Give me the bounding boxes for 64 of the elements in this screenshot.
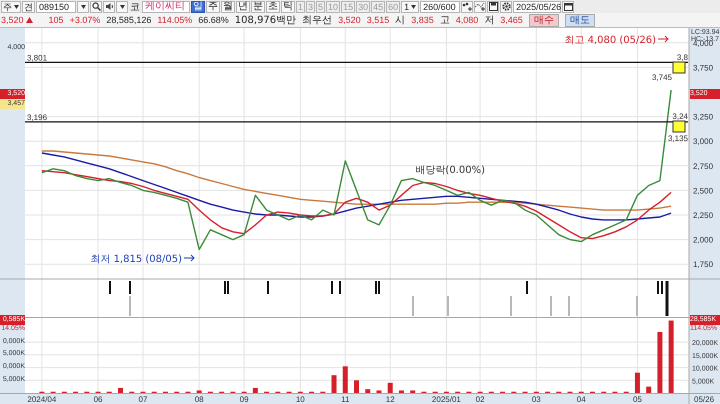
low-label: 저	[484, 14, 494, 27]
period-tab[interactable]: 주	[206, 0, 220, 12]
date-label: 10	[296, 395, 305, 404]
date-label: 12	[386, 395, 395, 404]
axis-label: 3,250	[693, 112, 714, 122]
chart-annotation: 3,24	[672, 112, 688, 121]
unit-select[interactable]: 1	[401, 0, 420, 12]
chart-annotation: 3,8	[676, 53, 688, 62]
chart-annotation: 최저 1,815 (08/05)	[90, 254, 182, 265]
period-tab[interactable]: 일	[191, 0, 205, 12]
period-tab[interactable]: 분	[251, 0, 265, 12]
date-field[interactable]: 2025/05/26	[513, 0, 562, 12]
period-tab[interactable]: 초	[266, 0, 280, 12]
period-tab[interactable]: 년	[236, 0, 250, 12]
high-label: 고	[440, 14, 450, 27]
axis-label: 3,000	[693, 137, 714, 146]
axis-label: 2,750	[693, 162, 714, 171]
trade-amount: 108,976백만	[234, 14, 296, 27]
period-tab[interactable]: 월	[221, 0, 235, 12]
code-type-button[interactable]: 견	[22, 0, 35, 12]
date-label: 05	[632, 395, 642, 404]
date-label: 2024/04	[27, 395, 56, 404]
axis-label: 1,750	[693, 260, 714, 270]
bid-price: 3,515	[366, 15, 390, 25]
date-label: 03	[532, 395, 541, 404]
change-rate: +3.07%	[70, 15, 100, 25]
date-label: 07	[138, 395, 148, 404]
buy-button[interactable]: 매수	[528, 14, 559, 26]
date-label: 11	[341, 395, 350, 404]
price-change: 105	[48, 15, 64, 25]
market-label: 코	[129, 0, 141, 14]
open-price: 3,835	[411, 15, 434, 25]
stock-code-field[interactable]: 089150	[36, 0, 76, 12]
chart-annotation: 최고 4,080 (05/26)	[564, 35, 656, 46]
best-quote-label: 최우선	[302, 14, 332, 27]
chart-annotation: 3,135	[668, 134, 688, 143]
chart-annotation: 3,745	[652, 73, 672, 82]
axis-label: 2,500	[693, 186, 714, 196]
volume-rate: 114.05%	[157, 15, 192, 25]
date-label: 04	[576, 395, 586, 404]
low-price: 3,465	[500, 15, 523, 25]
market-select[interactable]: 주	[1, 0, 21, 12]
sell-button[interactable]: 매도	[564, 14, 595, 26]
date-label: 02	[476, 395, 485, 404]
ask-price: 3,520	[338, 15, 361, 25]
volume-value: 28,585,126	[106, 15, 152, 25]
axis-label: 3,750	[693, 63, 714, 72]
date-label: 09	[240, 395, 249, 404]
turnover-rate: 66.68%	[198, 15, 229, 25]
stock-name-field[interactable]: 케이씨티	[142, 0, 190, 12]
period-tab[interactable]: 틱	[281, 0, 295, 12]
date-label: 05/26	[694, 395, 714, 404]
date-label: 2025/01	[432, 395, 461, 404]
count-field[interactable]: 260/600	[420, 0, 460, 12]
axis-label: 2,250	[693, 211, 714, 220]
current-price: 3,520	[1, 15, 24, 25]
high-price: 4,080	[456, 15, 478, 25]
date-label: 08	[194, 395, 204, 404]
level-label: 3,196	[27, 112, 48, 122]
chart-annotation: 배당락(0.00%)	[415, 165, 485, 176]
level-label: 3,801	[27, 53, 48, 62]
date-label: 06	[94, 395, 102, 404]
axis-label: 2,000	[693, 236, 714, 245]
open-label: 시	[395, 14, 406, 27]
